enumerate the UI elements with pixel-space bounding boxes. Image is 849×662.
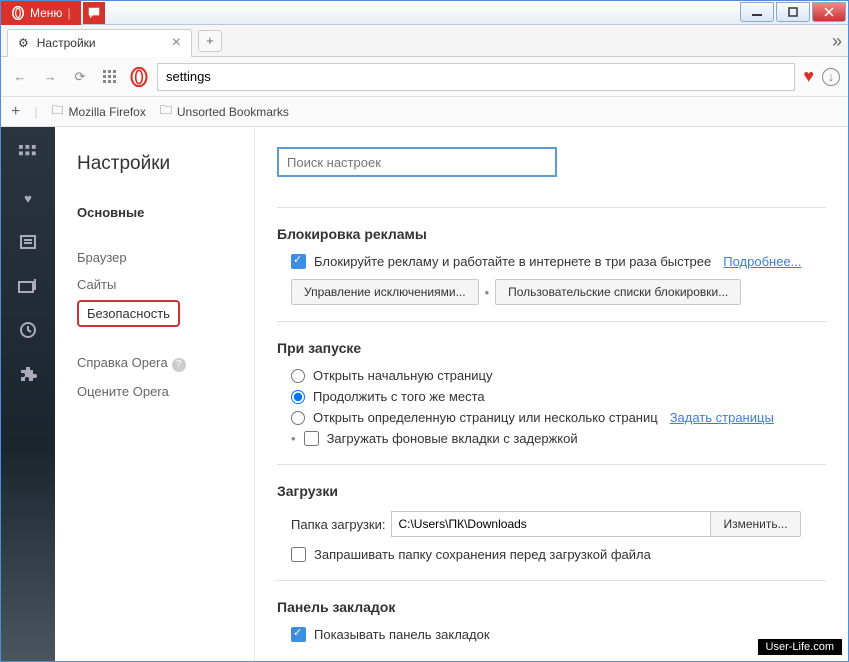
sidebar-item-help[interactable]: Справка Opera? xyxy=(77,349,254,378)
tabs-icon[interactable] xyxy=(17,275,39,297)
download-path-input[interactable] xyxy=(391,511,711,537)
speed-dial-icon[interactable] xyxy=(99,66,121,88)
tab-bar: ⚙ Настройки × + » xyxy=(1,25,848,57)
menu-sep: | xyxy=(67,6,70,20)
ask-folder-checkbox[interactable] xyxy=(291,547,306,562)
forward-button[interactable]: → xyxy=(39,66,61,88)
settings-content: Блокировка рекламы Блокируйте рекламу и … xyxy=(255,127,848,661)
back-button[interactable]: ← xyxy=(9,66,31,88)
address-input[interactable] xyxy=(157,63,795,91)
section-adblock: Блокировка рекламы Блокируйте рекламу и … xyxy=(277,207,826,321)
bm-label-0: Mozilla Firefox xyxy=(68,105,145,119)
maximize-button[interactable] xyxy=(776,2,810,22)
address-bar: ← → ⟳ ♥ ↓ xyxy=(1,57,848,97)
settings-sidebar: Настройки Основные Браузер Сайты Безопас… xyxy=(55,127,255,661)
section-title: Загрузки xyxy=(277,483,826,499)
show-bookmarks-label: Показывать панель закладок xyxy=(314,627,490,642)
history-icon[interactable] xyxy=(17,319,39,341)
tab-title: Настройки xyxy=(37,36,96,50)
window-titlebar: Меню | xyxy=(1,1,848,25)
startup-radio-home[interactable] xyxy=(291,369,305,383)
section-downloads: Загрузки Папка загрузки: Изменить... Зап… xyxy=(277,464,826,580)
startup-opt-1: Продолжить с того же места xyxy=(313,389,485,404)
sidebar-item-rate[interactable]: Оцените Opera xyxy=(77,378,254,405)
tab-close-icon[interactable]: × xyxy=(172,34,181,52)
speed-dial-icon[interactable] xyxy=(17,143,39,165)
add-bookmark-button[interactable]: + xyxy=(11,103,20,121)
settings-search-input[interactable] xyxy=(277,147,557,177)
bookmarks-bar: + | 🗀 Mozilla Firefox 🗀 Unsorted Bookmar… xyxy=(1,97,848,127)
sidebar-item-basic[interactable]: Основные xyxy=(77,199,254,226)
new-tab-button[interactable]: + xyxy=(198,30,222,52)
change-path-button[interactable]: Изменить... xyxy=(710,511,800,537)
downloads-icon[interactable]: ↓ xyxy=(822,68,840,86)
gear-icon: ⚙ xyxy=(18,36,29,50)
adblock-checkbox[interactable] xyxy=(291,254,306,269)
startup-radio-pages[interactable] xyxy=(291,411,305,425)
bookmark-folder-mozilla[interactable]: 🗀 Mozilla Firefox xyxy=(51,101,145,122)
sidebar-item-security[interactable]: Безопасность xyxy=(77,300,180,327)
sidebar-title: Настройки xyxy=(77,153,254,175)
section-title: При запуске xyxy=(277,340,826,356)
startup-radio-continue[interactable] xyxy=(291,390,305,404)
bm-label-1: Unsorted Bookmarks xyxy=(177,105,289,119)
sidebar-item-sites[interactable]: Сайты xyxy=(77,271,254,298)
show-bookmarks-checkbox[interactable] xyxy=(291,627,306,642)
folder-icon: 🗀 xyxy=(160,101,172,122)
minimize-button[interactable] xyxy=(740,2,774,22)
opera-menu-button[interactable]: Меню | xyxy=(1,1,81,25)
bookmark-folder-unsorted[interactable]: 🗀 Unsorted Bookmarks xyxy=(160,101,289,122)
adblock-more-link[interactable]: Подробнее... xyxy=(723,254,801,269)
bg-tabs-label: Загружать фоновые вкладки с задержкой xyxy=(327,431,578,446)
menu-label: Меню xyxy=(30,6,62,20)
ask-folder-label: Запрашивать папку сохранения перед загру… xyxy=(314,547,651,562)
adblock-label: Блокируйте рекламу и работайте в интерне… xyxy=(314,254,711,269)
manage-exceptions-button[interactable]: Управление исключениями... xyxy=(291,279,479,305)
extensions-icon[interactable] xyxy=(17,363,39,385)
custom-lists-button[interactable]: Пользовательские списки блокировки... xyxy=(495,279,741,305)
activity-bar: ♥ xyxy=(1,127,55,661)
sidebar-item-browser[interactable]: Браузер xyxy=(77,244,254,271)
bg-tabs-checkbox[interactable] xyxy=(304,431,319,446)
set-pages-link[interactable]: Задать страницы xyxy=(670,410,774,425)
help-icon: ? xyxy=(172,358,186,372)
tab-list-button[interactable]: » xyxy=(832,31,842,52)
section-title: Панель закладок xyxy=(277,599,826,615)
download-path-label: Папка загрузки: xyxy=(291,517,385,532)
favorite-icon[interactable]: ♥ xyxy=(803,66,814,87)
tab-settings[interactable]: ⚙ Настройки × xyxy=(7,29,192,57)
startup-opt-2: Открыть определенную страницу или нескол… xyxy=(313,410,658,425)
opera-icon xyxy=(129,67,149,87)
folder-icon: 🗀 xyxy=(51,101,63,122)
watermark: User-Life.com xyxy=(758,639,842,655)
section-startup: При запуске Открыть начальную страницу П… xyxy=(277,321,826,464)
bookmarks-icon[interactable]: ♥ xyxy=(17,187,39,209)
chat-icon[interactable] xyxy=(83,2,105,24)
reload-button[interactable]: ⟳ xyxy=(69,66,91,88)
news-icon[interactable] xyxy=(17,231,39,253)
section-title: Блокировка рекламы xyxy=(277,226,826,242)
close-button[interactable] xyxy=(812,2,846,22)
section-bookmarks-panel: Панель закладок Показывать панель заклад… xyxy=(277,580,826,660)
startup-opt-0: Открыть начальную страницу xyxy=(313,368,493,383)
